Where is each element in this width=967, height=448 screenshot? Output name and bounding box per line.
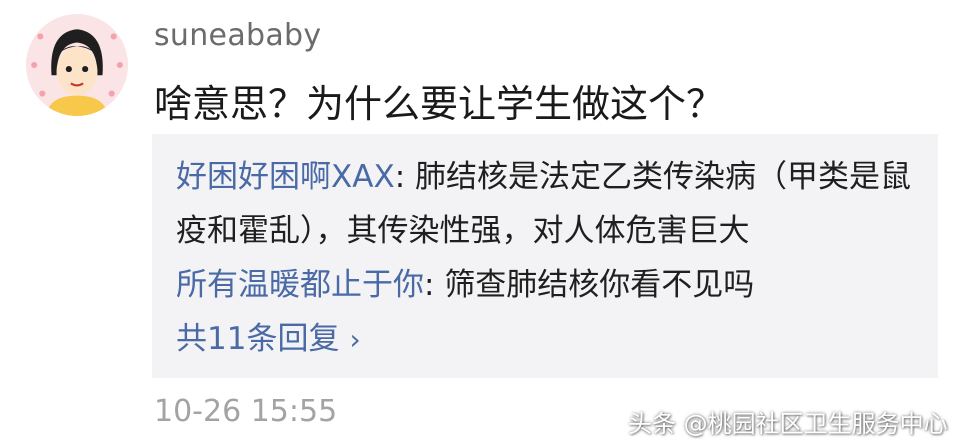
avatar[interactable]	[26, 14, 128, 116]
comment-text: 啥意思？为什么要让学生做这个？	[154, 82, 725, 126]
reply-item: 好困好困啊XAX: 肺结核是法定乙类传染病（甲类是鼠疫和霍乱），其传染性强，对人…	[176, 150, 918, 258]
reply-box: 好困好困啊XAX: 肺结核是法定乙类传染病（甲类是鼠疫和霍乱），其传染性强，对人…	[152, 134, 938, 378]
watermark: 头条 @桃园社区卫生服务中心	[628, 410, 948, 438]
reply-author[interactable]: 所有温暖都止于你	[176, 267, 424, 303]
chevron-right-icon: ›	[349, 323, 361, 356]
timestamp: 10-26 15:55	[154, 394, 338, 429]
avatar-illustration	[26, 14, 128, 116]
reply-item: 所有温暖都止于你: 筛查肺结核你看不见吗	[176, 258, 918, 312]
username[interactable]: suneababy	[154, 18, 321, 53]
reply-author[interactable]: 好困好困啊XAX	[176, 159, 395, 195]
reply-separator: :	[394, 159, 415, 195]
reply-text: 筛查肺结核你看不见吗	[444, 267, 755, 303]
reply-separator: :	[424, 267, 445, 303]
more-replies-label: 共11条回复	[176, 321, 340, 357]
more-replies-link[interactable]: 共11条回复 ›	[176, 312, 361, 367]
